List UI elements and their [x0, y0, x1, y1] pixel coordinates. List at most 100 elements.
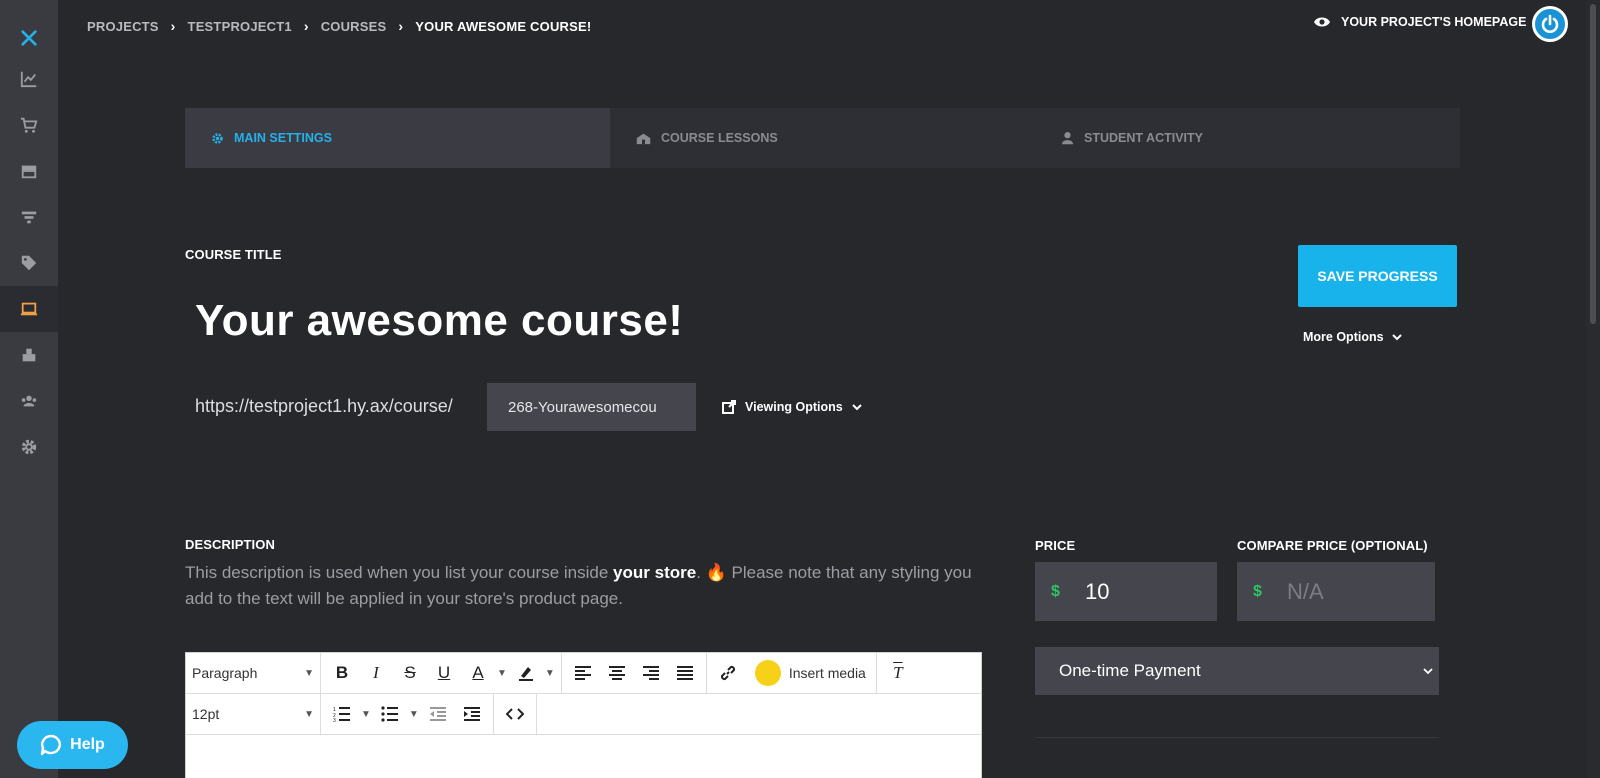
tab-student-activity[interactable]: STUDENT ACTIVITY — [1035, 108, 1460, 168]
align-left-icon[interactable] — [568, 658, 598, 688]
chevron-right-icon: › — [303, 18, 309, 34]
link-icon[interactable] — [713, 658, 743, 688]
breadcrumb-courses[interactable]: COURSES — [321, 19, 387, 34]
chat-bubble-icon — [40, 734, 62, 756]
school-icon — [636, 133, 651, 144]
editor-toolbar-row-2: 12pt ▼ 123 ▼ ▼ — [186, 694, 981, 735]
analytics-icon[interactable] — [0, 56, 58, 102]
help-button[interactable]: Help — [17, 721, 128, 769]
block-format-group: Paragraph ▼ — [186, 653, 321, 693]
breadcrumb-current: YOUR AWESOME COURSE! — [415, 18, 592, 34]
more-options-dropdown[interactable]: More Options — [1303, 330, 1402, 344]
svg-text:3: 3 — [333, 718, 336, 722]
code-group — [494, 694, 537, 734]
tab-label: MAIN SETTINGS — [234, 131, 332, 145]
clear-formatting-icon[interactable]: T — [883, 658, 913, 688]
source-code-icon[interactable] — [500, 699, 530, 729]
tab-main-settings[interactable]: MAIN SETTINGS — [185, 108, 610, 168]
tab-course-lessons[interactable]: COURSE LESSONS — [610, 108, 1035, 168]
products-icon[interactable] — [0, 332, 58, 378]
cart-icon[interactable] — [0, 102, 58, 148]
chevron-down-icon — [1391, 333, 1402, 340]
insert-media-button[interactable]: Insert media — [754, 660, 866, 686]
font-size-select[interactable]: 12pt ▼ — [186, 706, 320, 722]
viewing-options-dropdown[interactable]: Viewing Options — [722, 400, 862, 414]
compare-price-label: COMPARE PRICE (OPTIONAL) — [1237, 538, 1428, 553]
insert-media-label: Insert media — [788, 665, 866, 681]
text-color-icon[interactable]: A — [463, 658, 493, 688]
course-title[interactable]: Your awesome course! — [195, 296, 683, 346]
save-progress-button[interactable]: SAVE PROGRESS — [1298, 245, 1457, 307]
align-center-icon[interactable] — [602, 658, 632, 688]
strikethrough-icon[interactable]: S — [395, 658, 425, 688]
insert-group: Insert media — [707, 653, 877, 693]
chevron-down-icon — [1423, 667, 1433, 674]
chevron-down-icon: ▼ — [304, 667, 314, 679]
breadcrumb-project[interactable]: TESTPROJECT1 — [188, 19, 292, 34]
external-link-icon — [722, 400, 736, 414]
settings-icon[interactable] — [0, 424, 58, 470]
block-format-value: Paragraph — [192, 665, 258, 681]
scrollbar-thumb[interactable] — [1590, 4, 1596, 324]
store-icon[interactable] — [0, 148, 58, 194]
rich-text-editor: Paragraph ▼ B I S U A ▼ ▼ Insert media T… — [185, 652, 982, 778]
student-icon — [1061, 132, 1074, 145]
chevron-right-icon: › — [398, 18, 404, 34]
clear-format-group: T — [877, 653, 919, 693]
italic-icon[interactable]: I — [361, 658, 391, 688]
description-text-bold: your store — [613, 563, 697, 582]
tab-label: STUDENT ACTIVITY — [1084, 131, 1203, 145]
power-icon — [1541, 14, 1559, 33]
tags-icon[interactable] — [0, 240, 58, 286]
payment-type-select[interactable]: One-time Payment — [1035, 647, 1439, 695]
compare-price-input[interactable]: $ N/A — [1237, 562, 1435, 621]
underline-icon[interactable]: U — [429, 658, 459, 688]
editor-toolbar-row-1: Paragraph ▼ B I S U A ▼ ▼ Insert media T — [186, 653, 981, 694]
bullet-list-icon[interactable] — [375, 699, 405, 729]
chevron-down-icon — [851, 403, 862, 410]
list-group: 123 ▼ ▼ — [321, 694, 494, 734]
logo-icon[interactable] — [0, 15, 58, 61]
account-power-button[interactable] — [1532, 6, 1568, 42]
users-icon[interactable] — [0, 378, 58, 424]
indent-icon[interactable] — [457, 699, 487, 729]
homepage-link[interactable]: YOUR PROJECT'S HOMEPAGE — [1313, 15, 1526, 29]
courses-icon[interactable] — [0, 286, 58, 332]
chevron-down-icon[interactable]: ▼ — [361, 709, 371, 720]
price-label: PRICE — [1035, 538, 1076, 553]
highlight-color-icon[interactable] — [511, 658, 541, 688]
course-slug-input[interactable] — [487, 383, 696, 431]
compare-price-placeholder: N/A — [1287, 578, 1324, 604]
outdent-icon[interactable] — [423, 699, 453, 729]
currency-symbol: $ — [1253, 582, 1262, 600]
chevron-right-icon: › — [170, 18, 176, 34]
divider — [1035, 737, 1439, 738]
font-size-group: 12pt ▼ — [186, 694, 321, 734]
funnel-icon[interactable] — [0, 194, 58, 240]
price-input[interactable]: $ 10 — [1035, 562, 1217, 621]
homepage-link-label: YOUR PROJECT'S HOMEPAGE — [1341, 15, 1527, 29]
chevron-down-icon[interactable]: ▼ — [545, 668, 555, 679]
breadcrumb-projects[interactable]: PROJECTS — [87, 19, 159, 34]
chevron-down-icon[interactable]: ▼ — [497, 668, 507, 679]
text-style-group: B I S U A ▼ ▼ — [321, 653, 562, 693]
more-options-label: More Options — [1303, 330, 1384, 344]
description-help-text: This description is used when you list y… — [185, 560, 985, 612]
currency-symbol: $ — [1051, 582, 1060, 600]
align-justify-icon[interactable] — [670, 658, 700, 688]
bold-icon[interactable]: B — [327, 658, 357, 688]
sidebar — [0, 0, 58, 778]
breadcrumb: PROJECTS › TESTPROJECT1 › COURSES › YOUR… — [87, 18, 591, 34]
numbered-list-icon[interactable]: 123 — [327, 699, 357, 729]
tab-bar: MAIN SETTINGS COURSE LESSONS STUDENT ACT… — [185, 108, 1460, 168]
eye-icon — [1314, 17, 1330, 27]
payment-type-value: One-time Payment — [1059, 661, 1201, 680]
price-value: 10 — [1085, 578, 1110, 604]
chevron-down-icon[interactable]: ▼ — [409, 709, 419, 720]
align-right-icon[interactable] — [636, 658, 666, 688]
block-format-select[interactable]: Paragraph ▼ — [186, 665, 320, 681]
description-label: DESCRIPTION — [185, 537, 275, 552]
font-size-value: 12pt — [192, 706, 220, 722]
gear-icon — [212, 132, 223, 144]
scrollbar[interactable] — [1586, 0, 1600, 778]
